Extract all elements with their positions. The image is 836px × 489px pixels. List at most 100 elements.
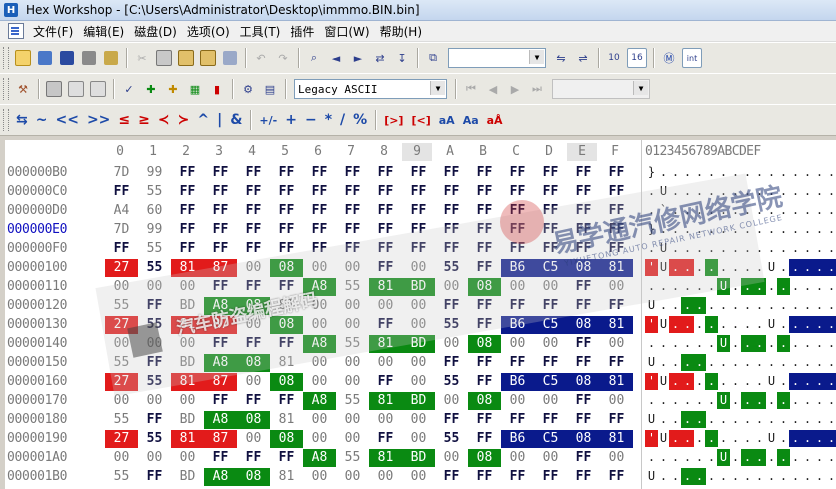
ascii-cells[interactable]: ......U.........: [645, 278, 835, 296]
hex-byte[interactable]: 00: [171, 449, 204, 467]
hex-byte[interactable]: FF: [600, 202, 633, 220]
hex-byte[interactable]: FF: [567, 164, 600, 182]
hex-byte[interactable]: 00: [138, 335, 171, 353]
hex-byte[interactable]: FF: [468, 183, 501, 201]
hex-byte[interactable]: 81: [600, 316, 633, 334]
hex-byte[interactable]: BD: [171, 468, 204, 486]
hex-byte[interactable]: FF: [171, 202, 204, 220]
hex-row[interactable]: 000000B0 7D 99 FF FF FF FF FF FF FF FF FF FF FF FF FF FF…: [5, 164, 836, 183]
hex-byte[interactable]: FF: [468, 202, 501, 220]
hex-row[interactable]: 00000190 27 55 81 87 00 08 00 00 FF 00 55 FF B6 C5 08 81…: [5, 430, 836, 449]
hex-byte[interactable]: BD: [402, 392, 435, 410]
hex-byte[interactable]: FF: [270, 278, 303, 296]
find-next-icon[interactable]: ►: [349, 49, 367, 67]
hex-byte[interactable]: FF: [567, 411, 600, 429]
properties-icon[interactable]: [102, 49, 120, 67]
hex-byte[interactable]: FF: [468, 354, 501, 372]
menu-tools[interactable]: 工具(T): [235, 23, 286, 40]
hex-byte[interactable]: 7D: [105, 164, 138, 182]
hex-byte[interactable]: 08: [567, 430, 600, 448]
hex-byte[interactable]: FF: [600, 297, 633, 315]
hex-row[interactable]: 00000180 55 FF BD A8 08 81 00 00 00 00 FF FF FF FF FF FF…: [5, 411, 836, 430]
hex-byte[interactable]: FF: [567, 221, 600, 239]
hex-byte[interactable]: C5: [534, 430, 567, 448]
hex-byte[interactable]: 00: [105, 335, 138, 353]
shift-right-button[interactable]: >>: [85, 111, 112, 129]
hex-byte[interactable]: FF: [204, 392, 237, 410]
hex-byte[interactable]: 00: [237, 316, 270, 334]
hex-byte[interactable]: FF: [237, 392, 270, 410]
hex-byte[interactable]: FF: [204, 449, 237, 467]
hex-byte[interactable]: 00: [336, 259, 369, 277]
copy-icon[interactable]: [155, 49, 173, 67]
hex-byte[interactable]: 08: [237, 468, 270, 486]
and-button[interactable]: &: [228, 111, 244, 129]
block-shift-left-button[interactable]: ≺: [156, 111, 172, 129]
previous-record-icon[interactable]: ◀: [484, 80, 502, 98]
replace-icon[interactable]: ⇄: [371, 49, 389, 67]
block-shift-right-bracket-button[interactable]: [>]: [382, 111, 405, 129]
hex-byte[interactable]: 55: [138, 430, 171, 448]
hex-byte[interactable]: FF: [567, 449, 600, 467]
hex-byte[interactable]: FF: [369, 221, 402, 239]
hex-row[interactable]: 000001B0 55 FF BD A8 08 81 00 00 00 00 FF FF FF FF FF FF…: [5, 468, 836, 487]
ascii-char[interactable]: .: [825, 335, 836, 352]
hex-byte[interactable]: A8: [204, 354, 237, 372]
hex-byte[interactable]: 00: [600, 278, 633, 296]
hex-byte[interactable]: FF: [369, 259, 402, 277]
hex-byte[interactable]: FF: [501, 468, 534, 486]
hex-byte[interactable]: 00: [105, 278, 138, 296]
hex-byte[interactable]: 00: [501, 278, 534, 296]
multiply-button[interactable]: *: [323, 111, 334, 129]
ascii-cells[interactable]: U...............: [645, 411, 835, 429]
swap-bytes-button[interactable]: ⇆: [14, 111, 30, 129]
ascii-char[interactable]: .: [825, 297, 836, 314]
hex-byte[interactable]: FF: [237, 164, 270, 182]
hex-byte[interactable]: 00: [369, 411, 402, 429]
add-button[interactable]: +: [283, 111, 299, 129]
hex-byte[interactable]: FF: [369, 373, 402, 391]
hex-byte[interactable]: FF: [435, 164, 468, 182]
ascii-char[interactable]: .: [825, 430, 836, 447]
hex-byte[interactable]: FF: [237, 183, 270, 201]
hex-byte[interactable]: C5: [534, 316, 567, 334]
hex-byte[interactable]: 55: [336, 392, 369, 410]
hex-byte[interactable]: FF: [402, 164, 435, 182]
next-record-icon[interactable]: ▶: [506, 80, 524, 98]
hex-byte[interactable]: C5: [534, 373, 567, 391]
hex-byte[interactable]: FF: [171, 183, 204, 201]
hex-byte[interactable]: FF: [501, 183, 534, 201]
lowercase-button[interactable]: aA: [437, 111, 457, 129]
hex-byte[interactable]: FF: [270, 202, 303, 220]
or-button[interactable]: |: [215, 111, 224, 129]
checksum-icon[interactable]: ✓: [120, 80, 138, 98]
hex-byte[interactable]: 87: [204, 259, 237, 277]
intel-byte-order-icon[interactable]: int: [682, 48, 702, 68]
divide-button[interactable]: /: [338, 111, 347, 129]
hex-byte[interactable]: FF: [468, 411, 501, 429]
hex-byte[interactable]: 00: [534, 278, 567, 296]
hex-byte[interactable]: FF: [336, 202, 369, 220]
hex-byte[interactable]: 00: [303, 411, 336, 429]
hex-byte[interactable]: FF: [468, 221, 501, 239]
ascii-char[interactable]: .: [825, 202, 836, 219]
hex-byte[interactable]: FF: [534, 164, 567, 182]
hex-byte[interactable]: FF: [534, 468, 567, 486]
hex-byte[interactable]: 00: [534, 449, 567, 467]
hex-byte[interactable]: BD: [171, 354, 204, 372]
bookmark-icon[interactable]: ⧉: [424, 49, 442, 67]
hex-byte[interactable]: FF: [270, 164, 303, 182]
hex-byte[interactable]: FF: [237, 202, 270, 220]
undo-icon[interactable]: ↶: [252, 49, 270, 67]
hex-byte[interactable]: FF: [369, 202, 402, 220]
hex-byte[interactable]: 00: [237, 373, 270, 391]
hex-editor[interactable]: 0123456789ABCDEF 0123456789ABCDEF 000000…: [5, 140, 836, 489]
hex-byte[interactable]: BD: [402, 278, 435, 296]
find-icon[interactable]: ⌕: [305, 49, 323, 67]
hex-byte[interactable]: FF: [171, 221, 204, 239]
gear-icon[interactable]: ⚙: [239, 80, 257, 98]
hex-byte[interactable]: 00: [303, 373, 336, 391]
hex-byte[interactable]: 08: [468, 449, 501, 467]
hex-byte[interactable]: 00: [105, 392, 138, 410]
hex-byte[interactable]: 00: [435, 335, 468, 353]
